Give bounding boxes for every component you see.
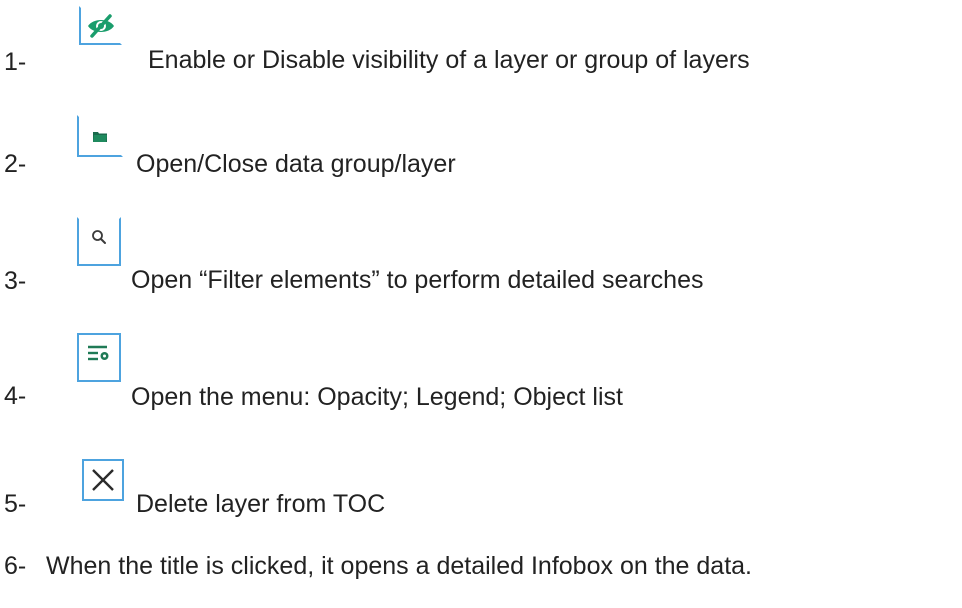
- item-description: Open “Filter elements” to perform detail…: [131, 266, 704, 294]
- item-number: 4-: [4, 382, 27, 410]
- item-description: Enable or Disable visibility of a layer …: [148, 46, 750, 74]
- list-item: 2- Open/Close data group/layer: [0, 100, 962, 178]
- item-description: Open the menu: Opacity; Legend; Object l…: [131, 383, 623, 411]
- folder-icon: [93, 131, 107, 142]
- item-description: When the title is clicked, it opens a de…: [46, 552, 752, 580]
- visibility-toggle-button[interactable]: [79, 6, 122, 45]
- item-number: 2-: [4, 150, 27, 178]
- item-number: 6-: [4, 552, 27, 580]
- list-item: 5- Delete layer from TOC: [0, 445, 962, 518]
- list-item: 6- When the title is clicked, it opens a…: [0, 548, 962, 608]
- list-item: 1- Enable or Disable visibility of a lay…: [0, 0, 962, 76]
- item-number: 3-: [4, 267, 27, 295]
- item-number: 5-: [4, 490, 27, 518]
- item-description: Delete layer from TOC: [136, 490, 386, 518]
- item-number: 1-: [4, 48, 27, 76]
- close-icon: [90, 467, 116, 493]
- open-close-group-button[interactable]: [77, 115, 123, 157]
- layer-menu-button[interactable]: [77, 333, 121, 382]
- search-icon: [91, 229, 107, 245]
- delete-layer-button[interactable]: [82, 459, 124, 501]
- list-item: 4- Open the menu: Opacity; Legend; Objec…: [0, 331, 962, 411]
- filter-elements-button[interactable]: [77, 217, 121, 266]
- eye-slash-icon: [86, 13, 116, 39]
- menu-settings-icon: [87, 345, 111, 361]
- item-description: Open/Close data group/layer: [136, 150, 456, 178]
- list-item: 3- Open “Filter elements” to perform det…: [0, 214, 962, 295]
